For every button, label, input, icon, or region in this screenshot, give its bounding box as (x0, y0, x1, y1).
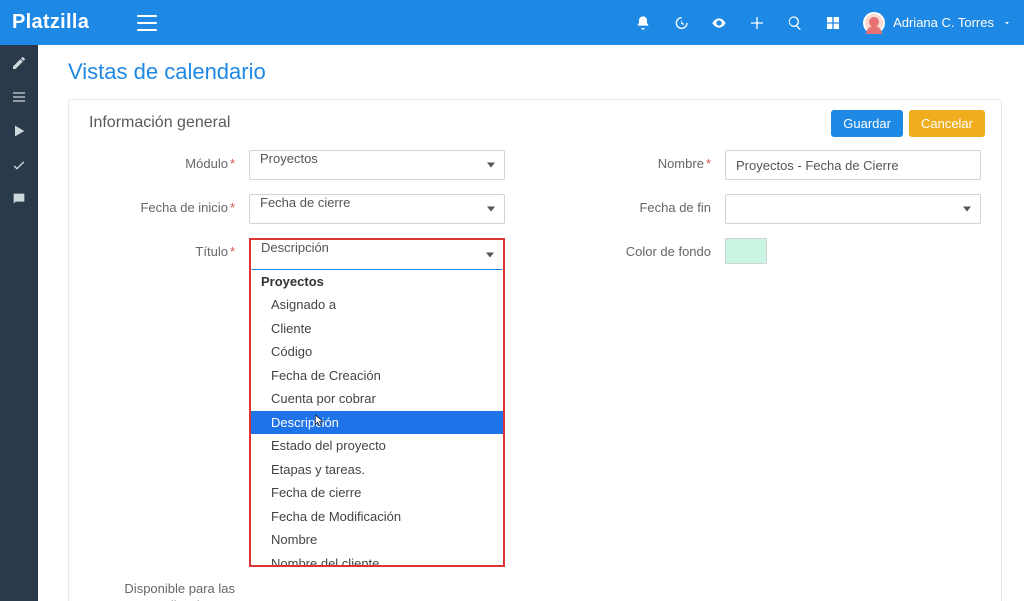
history-icon[interactable] (673, 15, 689, 31)
dropdown-option[interactable]: Estado del proyecto (251, 434, 503, 458)
bell-icon[interactable] (635, 15, 651, 31)
dropdown-option[interactable]: Nombre del cliente (251, 552, 503, 565)
general-info-panel: Información general Guardar Cancelar Mód… (68, 99, 1002, 601)
page-title: Vistas de calendario (68, 59, 1002, 85)
edit-icon[interactable] (11, 55, 27, 71)
user-name: Adriana C. Torres (893, 15, 994, 30)
dropdown-option[interactable]: Nombre (251, 528, 503, 552)
disponible-label: Disponible para las aplicaciones (124, 581, 235, 601)
fecha-inicio-label: Fecha de inicio (140, 200, 227, 215)
dropdown-option[interactable]: Fecha de Creación (251, 364, 503, 388)
dropdown-option[interactable]: Etapas y tareas. (251, 458, 503, 482)
avatar-icon (863, 12, 885, 34)
fecha-inicio-select[interactable]: Fecha de cierre (249, 194, 505, 224)
save-button[interactable]: Guardar (831, 110, 903, 137)
brand-logo: Platzilla (12, 11, 89, 34)
cancel-button[interactable]: Cancelar (909, 110, 985, 137)
modulo-label: Módulo (185, 156, 228, 171)
main-content: Vistas de calendario Información general… (38, 45, 1024, 601)
play-icon[interactable] (11, 123, 27, 139)
dropdown-option[interactable]: Fecha de Modificación (251, 505, 503, 529)
dropdown-option[interactable]: Fecha de cierre (251, 481, 503, 505)
hamburger-menu-icon[interactable] (137, 15, 157, 31)
dropdown-option[interactable]: Cliente (251, 317, 503, 341)
fecha-fin-label: Fecha de fin (639, 200, 711, 215)
titulo-select-open: Descripción ProyectosAsignado aClienteCó… (249, 238, 505, 567)
plus-icon[interactable] (749, 15, 765, 31)
eye-icon[interactable] (711, 15, 727, 31)
titulo-label: Título (195, 244, 228, 259)
list-icon[interactable] (11, 89, 27, 105)
dropdown-option[interactable]: Cuenta por cobrar (251, 387, 503, 411)
nombre-label: Nombre (658, 156, 704, 171)
dropdown-option[interactable]: Código (251, 340, 503, 364)
dropdown-group-proyectos: Proyectos (251, 270, 503, 293)
user-menu[interactable]: Adriana C. Torres (863, 12, 1012, 34)
dropdown-option[interactable]: Descripción (251, 411, 503, 435)
modulo-select[interactable]: Proyectos (249, 150, 505, 180)
top-bar: Platzilla Adriana C. Torres (0, 0, 1024, 45)
titulo-select[interactable]: Descripción (251, 240, 503, 270)
color-label: Color de fondo (626, 244, 711, 259)
grid-icon[interactable] (825, 15, 841, 31)
search-icon[interactable] (787, 15, 803, 31)
sidebar (0, 45, 38, 601)
top-actions: Adriana C. Torres (635, 12, 1012, 34)
nombre-input[interactable] (725, 150, 981, 180)
dropdown-option[interactable]: Asignado a (251, 293, 503, 317)
chat-icon[interactable] (11, 191, 27, 207)
titulo-dropdown[interactable]: ProyectosAsignado aClienteCódigoFecha de… (251, 270, 503, 565)
check-icon[interactable] (11, 157, 27, 173)
fecha-fin-select[interactable] (725, 194, 981, 224)
chevron-down-icon (1002, 18, 1012, 28)
background-color-swatch[interactable] (725, 238, 767, 264)
